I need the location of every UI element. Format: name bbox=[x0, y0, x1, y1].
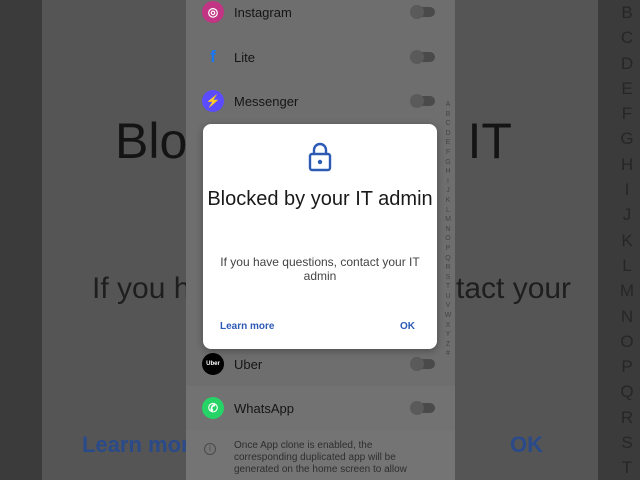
background-alphabet-letter: C bbox=[620, 28, 634, 48]
dialog-title: Blocked by your IT admin bbox=[207, 188, 433, 210]
background-subtitle-right: tact your bbox=[456, 272, 572, 305]
app-row-messenger[interactable]: ⚡ Messenger bbox=[186, 79, 455, 123]
alphabet-letter[interactable]: Q bbox=[442, 254, 454, 264]
alphabet-letter[interactable]: N bbox=[442, 225, 454, 235]
lock-icon bbox=[308, 142, 332, 172]
background-alphabet-letter: Q bbox=[620, 382, 634, 402]
clone-toggle[interactable] bbox=[410, 401, 435, 415]
alphabet-letter[interactable]: # bbox=[442, 349, 454, 359]
background-alphabet-letter: F bbox=[621, 104, 633, 124]
app-label: WhatsApp bbox=[234, 400, 294, 416]
app-label: Instagram bbox=[234, 4, 292, 20]
background-edge-left bbox=[0, 0, 42, 480]
info-icon: i bbox=[204, 443, 216, 455]
clone-info-text: Once App clone is enabled, the correspon… bbox=[234, 440, 407, 475]
clone-toggle[interactable] bbox=[410, 50, 435, 64]
alphabet-letter[interactable]: T bbox=[442, 282, 454, 292]
alphabet-letter[interactable]: P bbox=[442, 244, 454, 254]
background-alphabet-letter: J bbox=[622, 205, 632, 225]
background-alphabet-letter: P bbox=[621, 357, 633, 377]
whatsapp-icon: ✆ bbox=[202, 397, 224, 419]
background-panel-left bbox=[42, 0, 187, 480]
app-label: Lite bbox=[234, 49, 255, 65]
alphabet-letter[interactable]: R bbox=[442, 263, 454, 273]
alphabet-letter[interactable]: H bbox=[442, 167, 454, 177]
alphabet-letter[interactable]: I bbox=[442, 177, 454, 187]
alphabet-index[interactable]: A B C D E F G H I J K L M N O P Q R S T U V W X Y Z # bbox=[442, 100, 454, 359]
background-alphabet: BCDEFGHIJKLMNOPQRST bbox=[614, 0, 640, 480]
alphabet-letter[interactable]: V bbox=[442, 301, 454, 311]
alphabet-letter[interactable]: B bbox=[442, 110, 454, 120]
app-label: Messenger bbox=[234, 93, 299, 109]
alphabet-letter[interactable]: E bbox=[442, 138, 454, 148]
clone-toggle[interactable] bbox=[410, 94, 435, 108]
background-alphabet-letter: D bbox=[620, 53, 634, 73]
alphabet-letter[interactable]: S bbox=[442, 273, 454, 283]
alphabet-letter[interactable]: A bbox=[442, 100, 454, 110]
facebook-icon: f bbox=[210, 47, 216, 66]
app-row-whatsapp[interactable]: ✆ WhatsApp bbox=[186, 386, 455, 430]
background-alphabet-letter: G bbox=[620, 129, 634, 149]
background-alphabet-letter: S bbox=[621, 433, 633, 453]
alphabet-letter[interactable]: M bbox=[442, 215, 454, 225]
instagram-icon: ◎ bbox=[202, 1, 224, 23]
background-panel-right bbox=[455, 0, 598, 480]
uber-icon: Uber bbox=[202, 353, 224, 375]
clone-toggle[interactable] bbox=[410, 5, 435, 19]
learn-more-button[interactable]: Learn more bbox=[220, 321, 274, 332]
alphabet-letter[interactable]: O bbox=[442, 234, 454, 244]
alphabet-letter[interactable]: L bbox=[442, 206, 454, 216]
messenger-icon: ⚡ bbox=[202, 90, 224, 112]
alphabet-letter[interactable]: K bbox=[442, 196, 454, 206]
alphabet-letter[interactable]: Z bbox=[442, 340, 454, 350]
background-alphabet-letter: R bbox=[620, 407, 634, 427]
background-alphabet-letter: B bbox=[621, 3, 633, 22]
alphabet-letter[interactable]: D bbox=[442, 129, 454, 139]
background-alphabet-letter: K bbox=[621, 230, 633, 250]
alphabet-letter[interactable]: G bbox=[442, 158, 454, 168]
background-alphabet-letter: N bbox=[620, 306, 634, 326]
background-alphabet-letter: T bbox=[621, 458, 633, 478]
background-alphabet-letter: M bbox=[619, 281, 635, 301]
app-label: Uber bbox=[234, 356, 263, 372]
background-alphabet-letter: E bbox=[621, 78, 633, 98]
alphabet-letter[interactable]: Y bbox=[442, 330, 454, 340]
background-learn-more: Learn mor bbox=[82, 432, 190, 457]
background-alphabet-letter: I bbox=[624, 180, 630, 200]
alphabet-letter[interactable]: C bbox=[442, 119, 454, 129]
dialog-message: If you have questions, contact your IT a… bbox=[220, 255, 420, 283]
blocked-dialog: Blocked by your IT admin If you have que… bbox=[203, 124, 437, 349]
alphabet-letter[interactable]: X bbox=[442, 321, 454, 331]
clone-toggle[interactable] bbox=[410, 357, 435, 371]
background-alphabet-letter: H bbox=[620, 154, 634, 174]
alphabet-letter[interactable]: U bbox=[442, 292, 454, 302]
background-alphabet-letter: L bbox=[622, 255, 632, 275]
clone-info-note: i Once App clone is enabled, the corresp… bbox=[186, 430, 455, 480]
app-row-lite[interactable]: f Lite bbox=[186, 35, 455, 79]
alphabet-letter[interactable]: F bbox=[442, 148, 454, 158]
background-subtitle-left: If you h bbox=[92, 272, 191, 305]
alphabet-letter[interactable]: J bbox=[442, 186, 454, 196]
app-row-instagram[interactable]: ◎ Instagram bbox=[186, 0, 455, 34]
ok-button[interactable]: OK bbox=[400, 321, 415, 332]
alphabet-letter[interactable]: W bbox=[442, 311, 454, 321]
background-ok: OK bbox=[510, 432, 543, 457]
background-alphabet-letter: O bbox=[620, 331, 634, 351]
